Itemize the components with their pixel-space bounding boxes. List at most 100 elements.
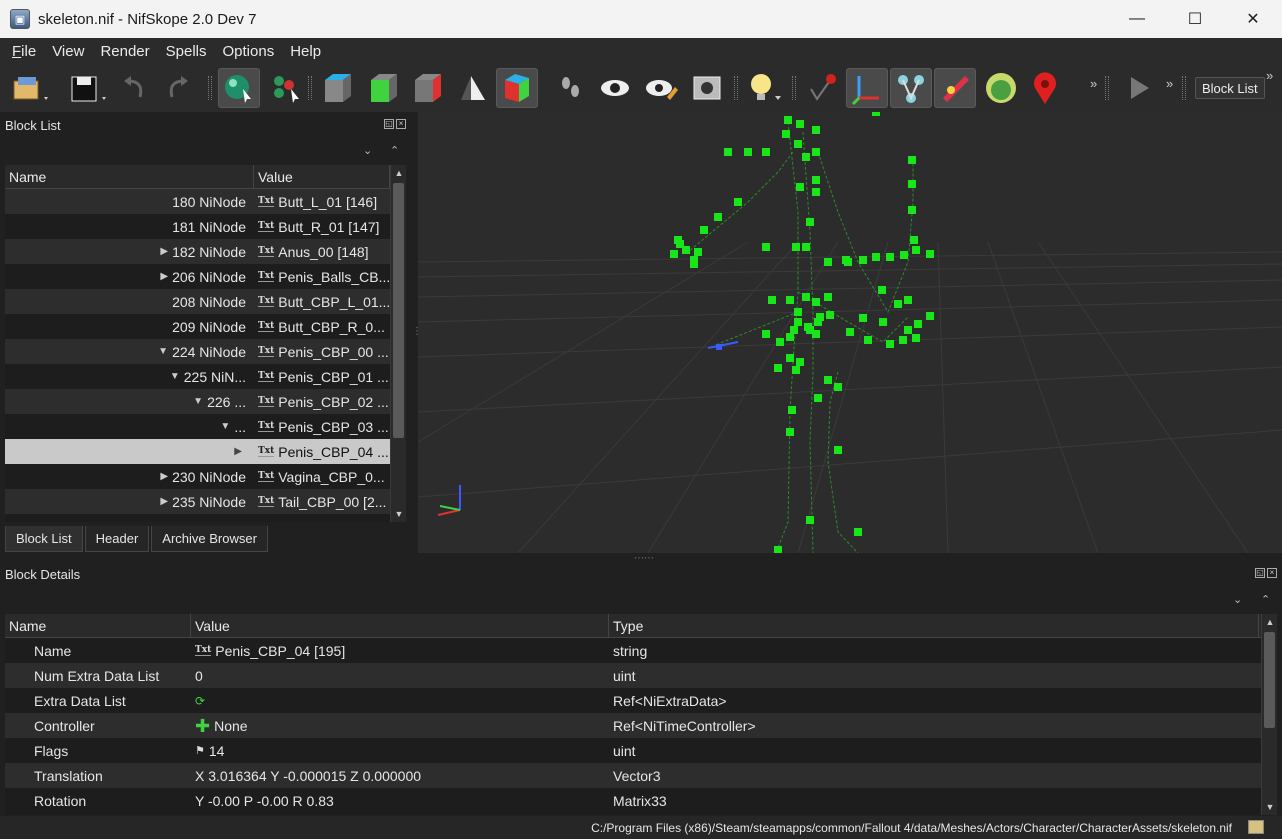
bone-node-marker[interactable]	[734, 198, 742, 206]
menu-spells[interactable]: Spells	[158, 43, 215, 60]
bone-node-marker[interactable]	[908, 156, 916, 164]
bone-node-marker[interactable]	[676, 240, 684, 248]
tab-block-list[interactable]: Block List	[5, 526, 83, 552]
float-dock-icon[interactable]: ◱	[384, 119, 394, 129]
save-icon[interactable]	[66, 68, 108, 108]
bone-node-marker[interactable]	[816, 313, 824, 321]
column-name[interactable]: Name	[5, 165, 254, 189]
tree-row[interactable]: ▶ 206 NiNode Txt Penis_Balls_CB...	[5, 264, 406, 289]
bone-node-marker[interactable]	[824, 293, 832, 301]
menu-file[interactable]: File	[4, 43, 44, 60]
detail-row[interactable]: Rotation Y -0.00 P -0.00 R 0.83 Matrix33	[5, 788, 1277, 813]
bone-node-marker[interactable]	[834, 446, 842, 454]
bone-node-marker[interactable]	[904, 296, 912, 304]
bone-node-marker[interactable]	[879, 318, 887, 326]
close-dock-icon[interactable]: ×	[396, 119, 406, 129]
bone-node-marker[interactable]	[786, 333, 794, 341]
bone-node-marker[interactable]	[859, 314, 867, 322]
view-front-icon[interactable]	[362, 68, 404, 108]
column-value[interactable]: Value	[191, 614, 609, 638]
menu-render[interactable]: Render	[92, 43, 157, 60]
bone-node-marker[interactable]	[894, 300, 902, 308]
horizontal-splitter-handle[interactable]: ⋯⋯	[634, 553, 654, 564]
tree-row[interactable]: 180 NiNode Txt Butt_L_01 [146]	[5, 189, 406, 214]
column-value[interactable]: Value	[254, 165, 390, 189]
expand-arrow-icon[interactable]: ▶	[160, 271, 168, 282]
bone-node-marker[interactable]	[774, 546, 782, 553]
bone-node-marker[interactable]	[914, 320, 922, 328]
tree-row[interactable]: ▶ Txt Penis_CBP_04 ...	[5, 439, 406, 464]
show-axes-icon[interactable]	[846, 68, 888, 108]
bone-node-marker[interactable]	[900, 251, 908, 259]
detail-row[interactable]: Name Txt Penis_CBP_04 [195] string	[5, 638, 1277, 663]
scrollbar-thumb[interactable]	[393, 183, 404, 438]
toolbar-overflow-chevron-3[interactable]: »	[1266, 68, 1273, 83]
bone-node-marker[interactable]	[859, 256, 867, 264]
tab-archive-browser[interactable]: Archive Browser	[151, 526, 268, 552]
play-icon[interactable]	[1118, 68, 1160, 108]
detail-row[interactable]: Translation X 3.016364 Y -0.000015 Z 0.00…	[5, 763, 1277, 788]
bone-node-marker[interactable]	[784, 116, 792, 124]
bone-node-marker[interactable]	[802, 293, 810, 301]
bone-node-marker[interactable]	[796, 120, 804, 128]
bone-node-marker[interactable]	[806, 326, 814, 334]
collapse-all-icon[interactable]: ⌃	[1261, 593, 1270, 606]
bone-node-marker[interactable]	[794, 140, 802, 148]
bone-node-marker[interactable]	[786, 354, 794, 362]
expand-all-icon[interactable]: ⌄	[363, 144, 372, 157]
bone-node-marker[interactable]	[812, 188, 820, 196]
bone-node-marker[interactable]	[786, 428, 794, 436]
bone-node-marker[interactable]	[812, 176, 820, 184]
expand-arrow-icon[interactable]: ▼	[170, 371, 180, 382]
bone-node-marker[interactable]	[796, 358, 804, 366]
tree-row[interactable]: ▼ 224 NiNode Txt Penis_CBP_00 ...	[5, 339, 406, 364]
tree-row[interactable]: ▶ 230 NiNode Txt Vagina_CBP_0...	[5, 464, 406, 489]
bone-node-marker[interactable]	[812, 148, 820, 156]
close-button[interactable]: ✕	[1224, 0, 1282, 38]
bone-node-marker[interactable]	[824, 376, 832, 384]
expand-arrow-icon[interactable]: ▶	[160, 471, 168, 482]
bone-node-marker[interactable]	[802, 153, 810, 161]
bone-node-marker[interactable]	[908, 206, 916, 214]
bone-node-marker[interactable]	[774, 364, 782, 372]
bone-node-marker[interactable]	[806, 516, 814, 524]
tree-row[interactable]: 209 NiNode Txt Butt_CBP_R_0...	[5, 314, 406, 339]
bone-node-marker[interactable]	[926, 250, 934, 258]
bone-node-marker[interactable]	[792, 243, 800, 251]
detail-value[interactable]: ✚ None	[191, 717, 609, 735]
tree-row[interactable]: ▼... Txt Penis_CBP_03 ...	[5, 414, 406, 439]
toolbar-overflow-chevron-2[interactable]: »	[1166, 76, 1173, 91]
bone-node-marker[interactable]	[824, 258, 832, 266]
bone-node-marker[interactable]	[782, 130, 790, 138]
bone-node-marker[interactable]	[812, 126, 820, 134]
expand-arrow-icon[interactable]: ▼	[220, 421, 230, 432]
expand-arrow-icon[interactable]: ▶	[234, 446, 242, 457]
bone-node-marker[interactable]	[762, 148, 770, 156]
bone-node-marker[interactable]	[790, 326, 798, 334]
bone-node-marker[interactable]	[878, 286, 886, 294]
bone-node-marker[interactable]	[899, 336, 907, 344]
show-marker-pin-icon[interactable]	[1024, 68, 1066, 108]
scroll-up-icon[interactable]: ▲	[391, 165, 406, 181]
bone-node-marker[interactable]	[926, 312, 934, 320]
redo-icon[interactable]	[156, 68, 198, 108]
bone-node-marker[interactable]	[762, 330, 770, 338]
expand-arrow-icon[interactable]: ▶	[160, 246, 168, 257]
flags-icon[interactable]: ⚑	[195, 744, 205, 757]
menu-options[interactable]: Options	[215, 43, 283, 60]
bone-node-marker[interactable]	[788, 406, 796, 414]
tree-row[interactable]: ▶ 182 NiNode Txt Anus_00 [148]	[5, 239, 406, 264]
bone-node-marker[interactable]	[762, 243, 770, 251]
float-dock-icon[interactable]: ◱	[1255, 568, 1265, 578]
render-viewport[interactable]	[418, 112, 1282, 553]
tree-row[interactable]: 208 NiNode Txt Butt_CBP_L_01...	[5, 289, 406, 314]
bone-node-marker[interactable]	[792, 366, 800, 374]
bone-node-marker[interactable]	[864, 336, 872, 344]
bone-node-marker[interactable]	[826, 311, 834, 319]
bone-node-marker[interactable]	[794, 308, 802, 316]
bone-node-marker[interactable]	[768, 296, 776, 304]
bone-node-marker[interactable]	[812, 298, 820, 306]
bone-node-marker[interactable]	[714, 213, 722, 221]
tree-row[interactable]: ▼ 226 ... Txt Penis_CBP_02 ...	[5, 389, 406, 414]
column-name[interactable]: Name	[5, 614, 191, 638]
